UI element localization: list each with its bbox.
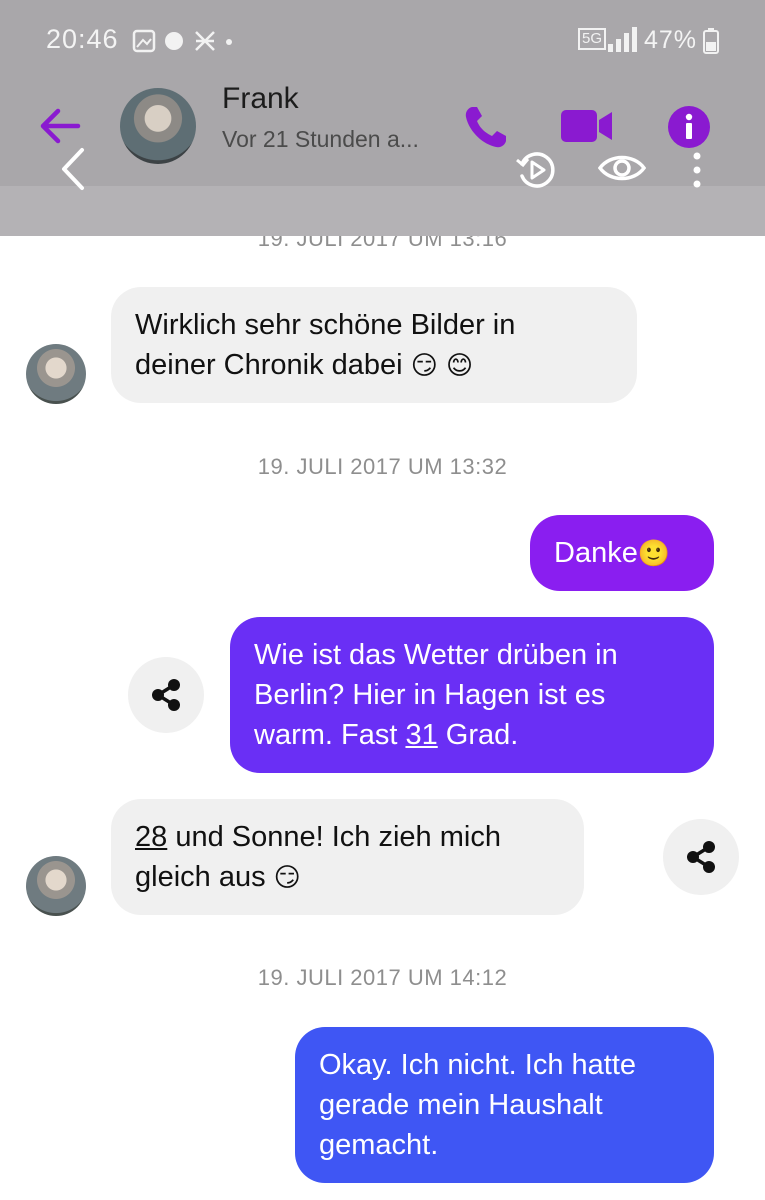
eye-icon[interactable] <box>598 150 646 186</box>
battery-icon <box>703 28 719 54</box>
share-button[interactable] <box>128 657 204 733</box>
message-text: Okay. Ich nicht. Ich hatte <box>319 1049 637 1081</box>
contact-avatar[interactable] <box>26 856 86 916</box>
contact-status: Vor 21 Stunden a... <box>222 126 419 152</box>
notification-icons <box>132 29 232 53</box>
message-text: Berlin? Hier in Hagen ist es <box>254 679 606 711</box>
chevron-left-icon[interactable] <box>58 146 88 192</box>
message-text: Danke <box>554 537 638 569</box>
phone-icon[interactable] <box>463 104 509 150</box>
detected-number-link[interactable]: 28 <box>135 821 167 853</box>
share-button[interactable] <box>663 819 739 895</box>
video-icon[interactable] <box>560 108 614 144</box>
contact-avatar-large[interactable] <box>120 88 196 164</box>
timestamp: 19. JULI 2017 UM 13:32 <box>257 454 508 479</box>
timestamp: 19. JULI 2017 UM 14:12 <box>257 965 508 990</box>
share-icon <box>152 679 180 711</box>
contact-avatar[interactable] <box>26 344 86 404</box>
status-time: 20:46 <box>46 24 119 54</box>
emoji: 🙂 <box>637 539 671 569</box>
message-text: und Sonne! Ich zieh mich <box>167 821 501 853</box>
signal-icon <box>608 27 637 52</box>
message-bubble-outgoing[interactable]: Wie ist das Wetter drüben in Berlin? Hie… <box>230 617 714 773</box>
more-vertical-icon[interactable] <box>690 150 704 190</box>
message-bubble-incoming[interactable]: 28 und Sonne! Ich zieh mich gleich aus 😏 <box>111 799 584 915</box>
share-icon <box>687 841 715 873</box>
message-text: gerade mein Haushalt <box>319 1089 603 1121</box>
header-overlay: 20:46 5G 47% Frank Vor 21 Stunden a... <box>0 0 765 236</box>
info-icon[interactable] <box>666 104 712 150</box>
message-text: warm. Fast <box>254 719 406 751</box>
overlay-shade <box>0 186 765 236</box>
message-text: Grad. <box>437 719 519 751</box>
message-bubble-outgoing[interactable]: Danke🙂 <box>530 515 714 591</box>
message-text: Wie ist das Wetter drüben in <box>254 639 618 671</box>
back-arrow-icon[interactable] <box>38 106 82 146</box>
replay-icon[interactable] <box>514 148 558 192</box>
network-badge: 5G <box>578 28 607 50</box>
message-bubble-outgoing[interactable]: Okay. Ich nicht. Ich hatte gerade mein H… <box>295 1027 714 1183</box>
battery-percent: 47% <box>644 26 698 54</box>
message-text: deiner Chronik dabei <box>135 349 403 381</box>
contact-name[interactable]: Frank <box>222 82 299 116</box>
message-bubble-incoming[interactable]: Wirklich sehr schöne Bilder in deiner Ch… <box>111 287 637 403</box>
message-text: Wirklich sehr schöne Bilder in <box>135 309 516 341</box>
message-text: gemacht. <box>319 1129 439 1161</box>
emoji: 😏 <box>273 863 301 893</box>
detected-number-link[interactable]: 31 <box>405 719 437 751</box>
message-text: gleich aus <box>135 861 266 893</box>
emoji: 😏 😊 <box>410 351 474 381</box>
